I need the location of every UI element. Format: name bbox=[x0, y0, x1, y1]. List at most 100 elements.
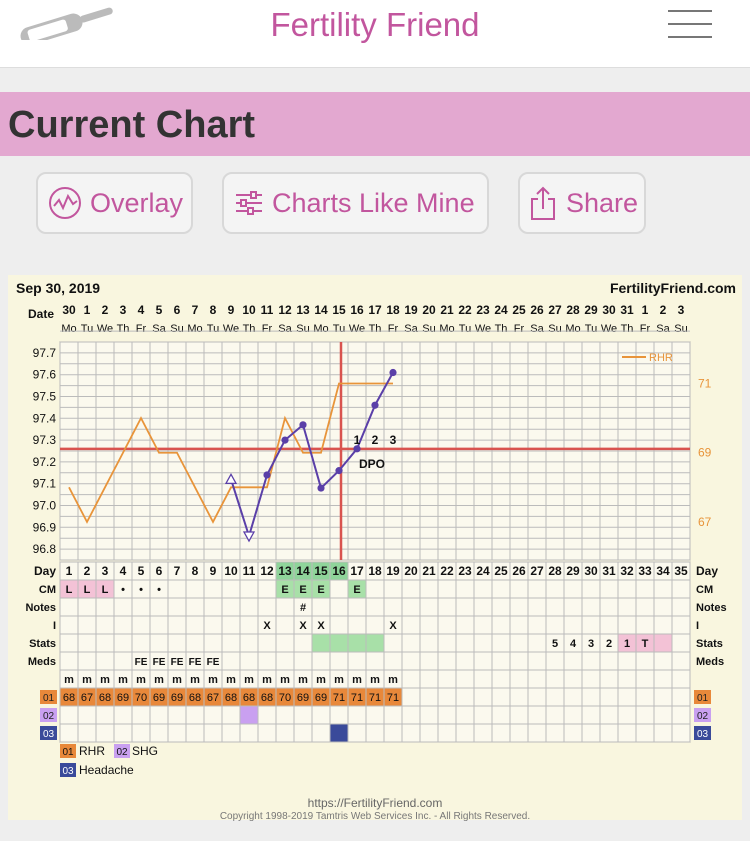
footer-copyright: Copyright 1998-2019 Tamtris Web Services… bbox=[219, 811, 531, 822]
weekday-label: Tu bbox=[333, 323, 345, 335]
cm-value: E bbox=[353, 584, 360, 596]
date-label: 29 bbox=[584, 303, 598, 317]
weekday-label: Mo bbox=[313, 323, 328, 335]
stats-value: 2 bbox=[606, 638, 612, 650]
cycle-day-number: 13 bbox=[278, 564, 292, 578]
intercourse-marker: X bbox=[389, 620, 397, 632]
temp-method-value: m bbox=[226, 674, 236, 686]
temp-method-value: m bbox=[280, 674, 290, 686]
weekday-label: Mo bbox=[61, 323, 76, 335]
temp-tick-label: 97.1 bbox=[33, 477, 57, 491]
weekday-label: Su bbox=[422, 323, 435, 335]
temperature-point bbox=[263, 471, 271, 479]
cycle-day-number: 25 bbox=[494, 564, 508, 578]
weekday-label: Mo bbox=[187, 323, 202, 335]
weekday-label: Tu bbox=[459, 323, 471, 335]
row-label-right: Day bbox=[696, 564, 718, 578]
temperature-point bbox=[335, 467, 343, 475]
rhr-value: 68 bbox=[99, 692, 111, 704]
row-code-label: 03 bbox=[697, 729, 709, 740]
temp-method-value: m bbox=[118, 674, 128, 686]
cycle-day-number: 1 bbox=[66, 564, 73, 578]
date-label: 4 bbox=[138, 303, 145, 317]
legend-code: 02 bbox=[116, 747, 128, 758]
date-label: 2 bbox=[102, 303, 109, 317]
dpo-number: 1 bbox=[354, 433, 361, 447]
date-label: 6 bbox=[174, 303, 181, 317]
cycle-day-number: 23 bbox=[458, 564, 472, 578]
date-label: 5 bbox=[156, 303, 163, 317]
date-label: 27 bbox=[548, 303, 562, 317]
weekday-label: We bbox=[601, 323, 617, 335]
date-label: 21 bbox=[440, 303, 454, 317]
cycle-day-number: 8 bbox=[192, 564, 199, 578]
row-code-label: 02 bbox=[43, 711, 55, 722]
rhr-value: 71 bbox=[387, 692, 399, 704]
cycle-day-number: 9 bbox=[210, 564, 217, 578]
cycle-day-number: 22 bbox=[440, 564, 454, 578]
cycle-day-number: 12 bbox=[260, 564, 274, 578]
date-label: 7 bbox=[192, 303, 199, 317]
weekday-label: Fr bbox=[136, 323, 147, 335]
temp-method-value: m bbox=[370, 674, 380, 686]
cm-value: • bbox=[121, 584, 125, 596]
date-label: 12 bbox=[278, 303, 292, 317]
stats-highlight-cell bbox=[330, 634, 348, 652]
temp-method-value: m bbox=[334, 674, 344, 686]
rhr-value: 69 bbox=[117, 692, 129, 704]
weekday-label: Th bbox=[621, 323, 634, 335]
stats-highlight-cell bbox=[366, 634, 384, 652]
rhr-value: 69 bbox=[297, 692, 309, 704]
row-label-left: Day bbox=[34, 564, 56, 578]
temp-method-value: m bbox=[352, 674, 362, 686]
weekday-label: Th bbox=[495, 323, 508, 335]
cm-value: L bbox=[66, 584, 73, 596]
weekday-label: Su bbox=[548, 323, 561, 335]
weekday-label: Tu bbox=[207, 323, 219, 335]
temp-tick-label: 97.0 bbox=[33, 499, 57, 513]
rhr-tick-label: 69 bbox=[698, 446, 712, 460]
date-label: 2 bbox=[660, 303, 667, 317]
cycle-day-number: 32 bbox=[620, 564, 634, 578]
cycle-day-number: 6 bbox=[156, 564, 163, 578]
temp-tick-label: 97.6 bbox=[33, 368, 57, 382]
dpo-number: 3 bbox=[390, 433, 397, 447]
rhr-value: 69 bbox=[171, 692, 183, 704]
meds-value: FE bbox=[189, 657, 202, 668]
stats-value: 5 bbox=[552, 638, 558, 650]
cycle-day-number: 11 bbox=[243, 564, 256, 578]
weekday-label: Fr bbox=[262, 323, 273, 335]
cycle-day-number: 18 bbox=[368, 564, 382, 578]
weekday-label: Su bbox=[170, 323, 183, 335]
intercourse-marker: X bbox=[317, 620, 325, 632]
weekday-label: We bbox=[97, 323, 113, 335]
footer-url[interactable]: https://FertilityFriend.com bbox=[0, 796, 750, 810]
date-label: 30 bbox=[602, 303, 616, 317]
temp-method-value: m bbox=[190, 674, 200, 686]
temperature-point bbox=[281, 436, 289, 444]
temp-tick-label: 97.7 bbox=[33, 346, 57, 360]
date-label: 3 bbox=[678, 303, 685, 317]
cycle-day-number: 7 bbox=[174, 564, 181, 578]
date-label: 10 bbox=[242, 303, 256, 317]
temp-method-value: m bbox=[316, 674, 326, 686]
cm-value: • bbox=[157, 584, 161, 596]
stats-value: 4 bbox=[570, 638, 577, 650]
notes-marker: # bbox=[300, 602, 306, 614]
cycle-day-number: 34 bbox=[656, 564, 670, 578]
legend-code: 01 bbox=[62, 747, 74, 758]
rhr-value: 71 bbox=[351, 692, 363, 704]
date-label: 30 bbox=[62, 303, 76, 317]
rhr-value: 70 bbox=[135, 692, 147, 704]
temperature-point bbox=[371, 401, 379, 409]
headache-cell bbox=[330, 724, 348, 742]
rhr-value: 69 bbox=[153, 692, 165, 704]
cm-value: L bbox=[102, 584, 109, 596]
cm-value: E bbox=[299, 584, 306, 596]
temperature-point bbox=[389, 368, 397, 377]
temp-method-value: m bbox=[100, 674, 110, 686]
intercourse-marker: X bbox=[263, 620, 271, 632]
weekday-label: We bbox=[475, 323, 491, 335]
cycle-day-number: 35 bbox=[674, 564, 688, 578]
temp-tick-label: 97.4 bbox=[33, 411, 57, 425]
